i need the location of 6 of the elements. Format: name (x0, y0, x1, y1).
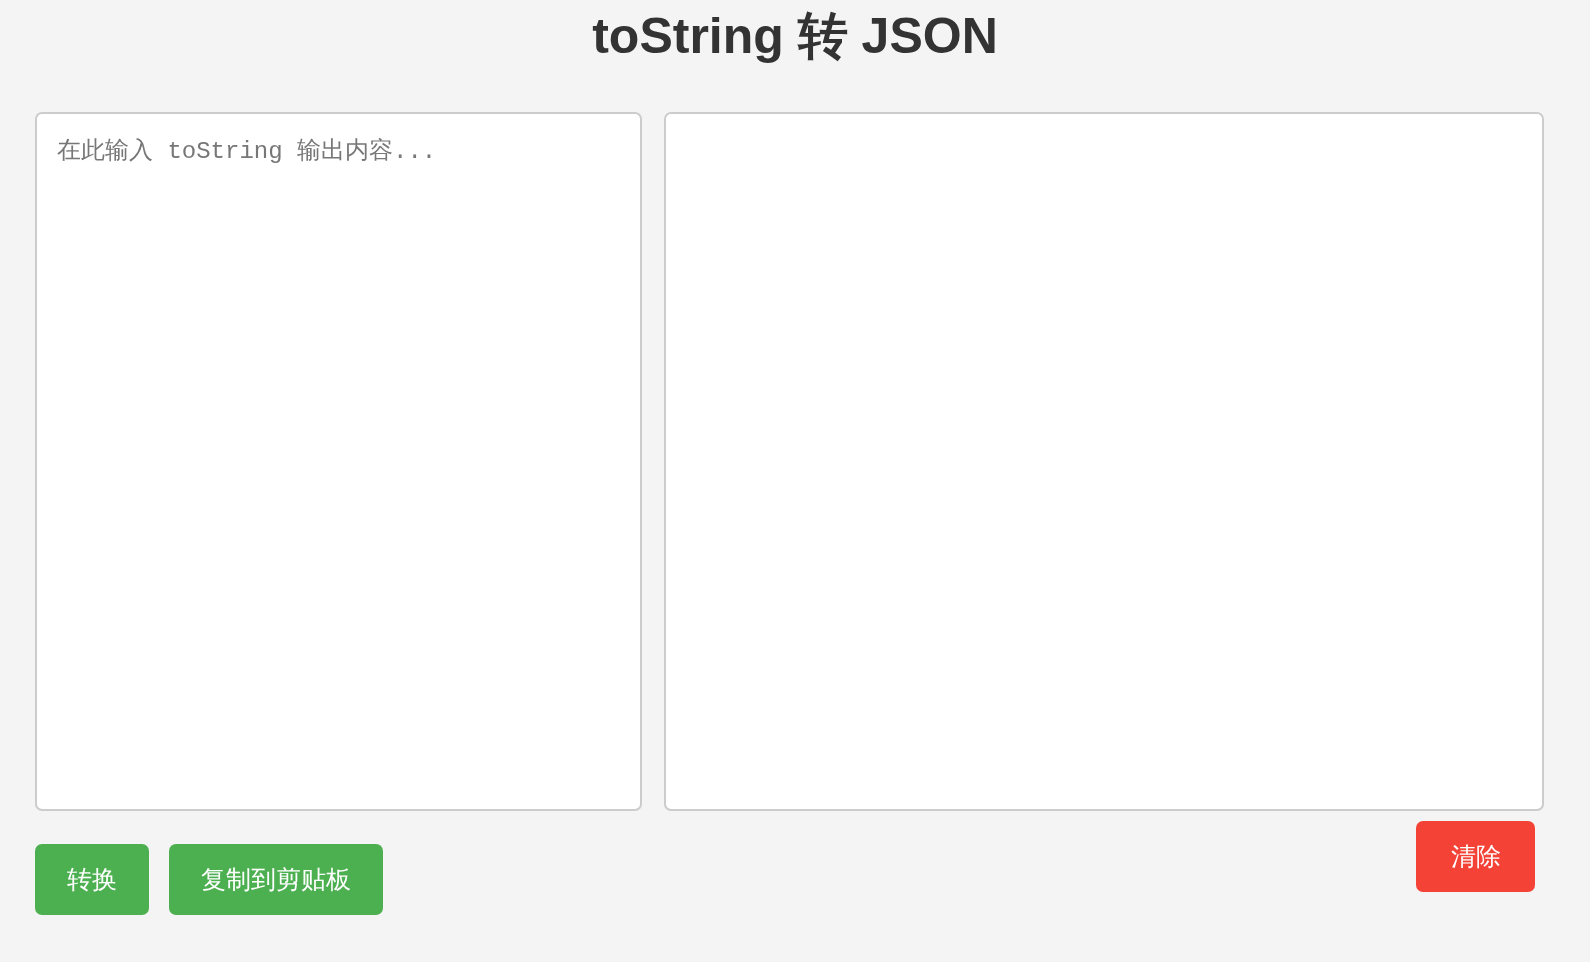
action-button[interactable]: 转换 (35, 844, 149, 915)
action-button[interactable]: 复制到剪贴板 (169, 844, 383, 915)
input-field[interactable]: 在此输入 toString 输出内容... (35, 112, 642, 811)
output-field[interactable] (664, 112, 1544, 811)
clear-button[interactable]: 清除 (1416, 821, 1535, 892)
page-title: toString 转 JSON (591, 7, 999, 66)
